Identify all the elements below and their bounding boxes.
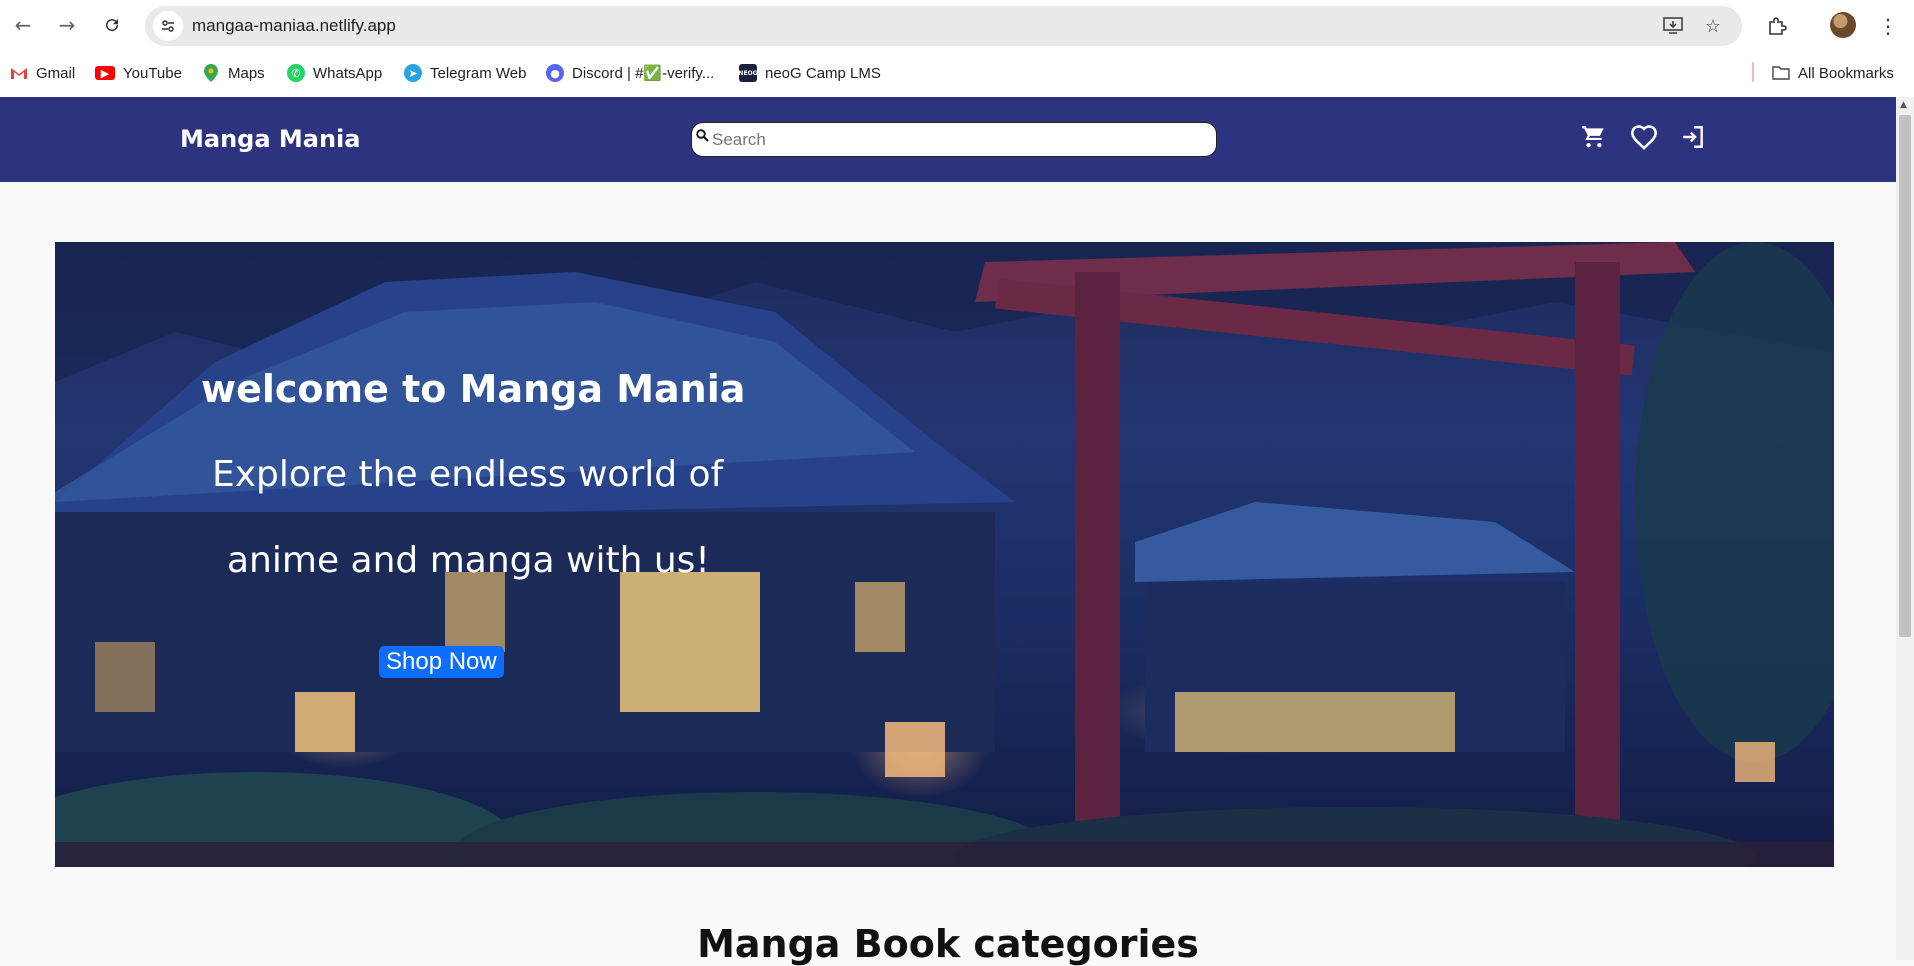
reload-icon[interactable] <box>97 10 127 40</box>
gmail-icon <box>10 64 28 82</box>
discord-icon: ● <box>546 64 564 82</box>
page-scrollbar[interactable]: ▲ <box>1896 97 1914 960</box>
url-text: mangaa-maniaa.netlify.app <box>192 16 396 35</box>
categories-heading: Manga Book categories <box>697 922 1199 966</box>
bookmark-label: neoG Camp LMS <box>765 64 881 82</box>
bookmark-label: YouTube <box>123 64 182 82</box>
site-navbar: Manga Mania <box>0 97 1896 182</box>
hero-banner: welcome to Manga Mania Explore the endle… <box>55 242 1834 867</box>
scrollbar-thumb[interactable] <box>1899 115 1911 637</box>
telegram-icon: ➤ <box>404 64 422 82</box>
browser-toolbar: ← → mangaa-maniaa.netlify.app ☆ ⋮ <box>0 0 1914 51</box>
install-app-icon[interactable] <box>1661 14 1685 38</box>
folder-icon <box>1772 64 1790 82</box>
all-bookmarks-button[interactable]: All Bookmarks <box>1772 62 1894 84</box>
cart-icon[interactable] <box>1578 121 1610 153</box>
extensions-icon[interactable] <box>1763 12 1791 40</box>
profile-avatar[interactable] <box>1830 12 1856 38</box>
bookmark-youtube[interactable]: ▶ YouTube <box>95 62 182 84</box>
shop-now-button[interactable]: Shop Now <box>379 646 504 678</box>
back-arrow-icon[interactable]: ← <box>8 10 38 40</box>
bookmark-neog[interactable]: NEOG neoG Camp LMS <box>738 62 881 84</box>
search-icon <box>696 129 709 146</box>
hero-title: welcome to Manga Mania <box>201 367 746 411</box>
bookmark-label: Maps <box>228 64 265 82</box>
youtube-icon: ▶ <box>95 66 115 80</box>
forward-arrow-icon[interactable]: → <box>52 10 82 40</box>
all-bookmarks-label: All Bookmarks <box>1798 64 1894 82</box>
maps-icon <box>202 64 220 82</box>
bookmarks-bar: Gmail ▶ YouTube Maps ✆ WhatsApp ➤ Telegr… <box>0 51 1914 97</box>
wishlist-heart-icon[interactable] <box>1628 121 1660 153</box>
bookmark-whatsapp[interactable]: ✆ WhatsApp <box>287 62 382 84</box>
bookmarks-divider <box>1752 62 1754 82</box>
neog-icon: NEOG <box>738 64 758 82</box>
hero-tagline-line-2: anime and manga with us! <box>227 540 710 581</box>
search-input[interactable] <box>712 127 1207 153</box>
scroll-up-icon[interactable]: ▲ <box>1900 100 1907 110</box>
bookmark-discord[interactable]: ● Discord | #✅-verify... <box>546 62 714 84</box>
bookmark-label: Gmail <box>36 64 76 82</box>
bookmark-star-icon[interactable]: ☆ <box>1701 14 1725 38</box>
login-icon[interactable] <box>1677 121 1709 153</box>
search-bar[interactable] <box>691 122 1217 157</box>
address-bar[interactable]: mangaa-maniaa.netlify.app ☆ <box>145 6 1742 46</box>
brand-logo[interactable]: Manga Mania <box>180 125 360 153</box>
whatsapp-icon: ✆ <box>287 64 305 82</box>
bookmark-telegram[interactable]: ➤ Telegram Web <box>404 62 526 84</box>
bookmark-label: WhatsApp <box>313 64 383 82</box>
hero-tagline-line-1: Explore the endless world of <box>212 454 724 495</box>
site-info-icon[interactable] <box>153 11 183 41</box>
bookmark-maps[interactable]: Maps <box>202 62 265 84</box>
menu-dots-icon[interactable]: ⋮ <box>1874 12 1902 40</box>
bookmark-gmail[interactable]: Gmail <box>10 62 75 84</box>
bookmark-label: Telegram Web <box>430 64 527 82</box>
bookmark-label: Discord | #✅-verify... <box>572 65 715 82</box>
